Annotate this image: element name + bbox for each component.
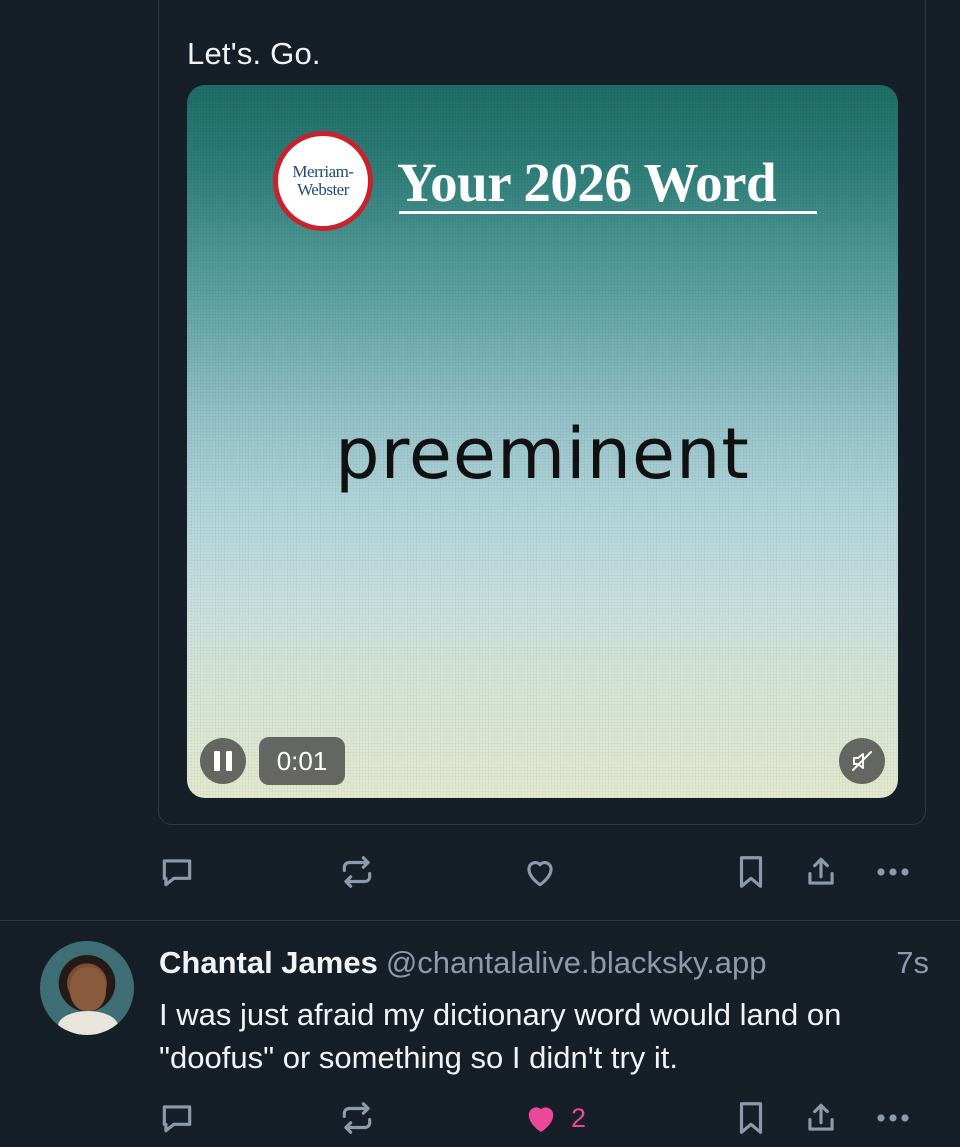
bookmark-button[interactable] (732, 1098, 770, 1138)
avatar-face (70, 967, 106, 1011)
more-options-button[interactable] (872, 1098, 914, 1138)
reply-button[interactable] (158, 1098, 196, 1138)
more-icon (877, 1114, 909, 1122)
video-word: preeminent (335, 413, 750, 495)
bookmark-button[interactable] (732, 852, 770, 892)
avatar-shirt (58, 1011, 118, 1035)
muted-speaker-icon (852, 751, 872, 771)
like-button[interactable]: 2 (521, 1098, 586, 1138)
author-name[interactable]: Chantal James (159, 945, 378, 980)
more-options-button[interactable] (872, 852, 914, 892)
bookmark-icon (739, 1102, 763, 1134)
bookmark-icon (739, 856, 763, 888)
like-button[interactable] (521, 852, 559, 892)
repost-button[interactable] (338, 1098, 376, 1138)
pause-icon-bar (226, 751, 232, 771)
repost-icon (342, 856, 372, 888)
heart-icon (527, 861, 553, 887)
post-text: I was just afraid my dictionary word wou… (159, 997, 842, 1075)
heart-filled-icon (528, 1107, 554, 1132)
feed: Let's. Go. Merriam- Webster Your 2026 Wo… (0, 0, 960, 1147)
video-time: 0:01 (259, 737, 345, 785)
share-icon (808, 1103, 834, 1131)
post-text: Let's. Go. (187, 36, 321, 71)
reply-icon (162, 1105, 192, 1133)
repost-icon (342, 1102, 372, 1134)
pause-button[interactable] (200, 738, 246, 784)
author-handle[interactable]: @chantalalive.blacksky.app (386, 945, 767, 980)
reply-icon (162, 859, 192, 887)
logo-line-2: Webster (297, 180, 349, 199)
video-player[interactable]: Merriam- Webster Your 2026 Word preemine… (187, 85, 898, 798)
more-icon (877, 868, 909, 876)
post-divider (0, 920, 960, 921)
share-icon (808, 857, 834, 885)
post-actions: 2 (158, 1098, 918, 1138)
post-header: Chantal James @chantalalive.blacksky.app … (159, 945, 929, 981)
avatar[interactable] (40, 941, 134, 1035)
share-button[interactable] (802, 852, 840, 892)
video-heading: Your 2026 Word (397, 152, 777, 213)
like-count: 2 (571, 1102, 587, 1133)
repost-button[interactable] (338, 852, 376, 892)
reply-button[interactable] (158, 852, 196, 892)
unmute-button[interactable] (839, 738, 885, 784)
heading-underline (399, 211, 817, 214)
post-timestamp[interactable]: 7s (896, 945, 929, 981)
share-button[interactable] (802, 1098, 840, 1138)
logo-line-1: Merriam- (292, 162, 354, 181)
pause-icon (214, 751, 220, 771)
merriam-webster-logo: Merriam- Webster (273, 131, 373, 231)
post-actions (158, 852, 918, 892)
